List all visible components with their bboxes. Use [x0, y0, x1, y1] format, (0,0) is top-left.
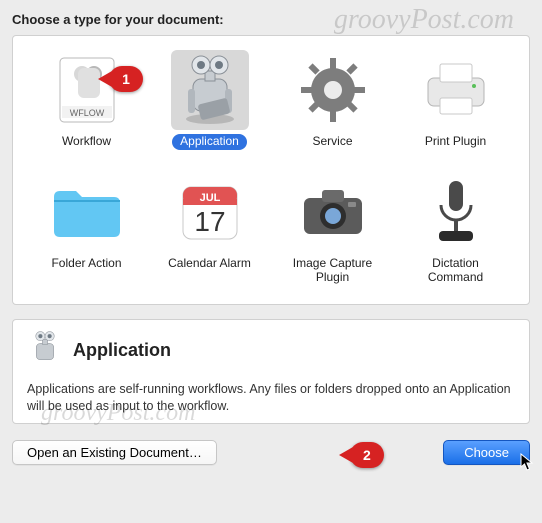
camera-icon: [294, 172, 372, 252]
svg-text:WFLOW: WFLOW: [69, 108, 104, 118]
type-print-plugin[interactable]: Print Plugin: [394, 50, 517, 172]
automator-app-icon-small: [27, 330, 63, 371]
type-label: Workflow: [54, 134, 119, 150]
type-calendar-alarm[interactable]: JUL 17 Calendar Alarm: [148, 172, 271, 294]
type-image-capture[interactable]: Image Capture Plugin: [271, 172, 394, 294]
calendar-icon: JUL 17: [171, 172, 249, 252]
description-panel: Application Applications are self-runnin…: [12, 319, 530, 424]
type-service[interactable]: Service: [271, 50, 394, 172]
description-title: Application: [73, 340, 171, 361]
svg-text:17: 17: [194, 206, 225, 237]
type-label: Print Plugin: [417, 134, 494, 150]
button-row: Open an Existing Document… 2 Close Choos…: [12, 440, 530, 465]
type-application[interactable]: Application: [148, 50, 271, 172]
description-body: Applications are self-running workflows.…: [27, 381, 515, 415]
open-existing-button[interactable]: Open an Existing Document…: [12, 440, 217, 465]
gear-icon: [294, 50, 372, 130]
type-label: Calendar Alarm: [160, 256, 259, 272]
wflow-icon: WFLOW: [48, 50, 126, 130]
type-label: Application: [172, 134, 247, 150]
type-folder-action[interactable]: Folder Action: [25, 172, 148, 294]
folder-icon: [48, 172, 126, 252]
type-label: Dictation Command: [401, 256, 511, 286]
type-label: Folder Action: [43, 256, 129, 272]
type-label: Image Capture Plugin: [278, 256, 388, 286]
annotation-pin-2: 2: [350, 442, 384, 468]
type-label: Service: [304, 134, 360, 150]
svg-text:JUL: JUL: [199, 192, 220, 204]
choose-button[interactable]: Choose: [443, 440, 530, 465]
type-workflow[interactable]: 1 WFLOW Workflow: [25, 50, 148, 172]
document-type-grid: 1 WFLOW Workflow: [12, 35, 530, 305]
automator-app-icon: [171, 50, 249, 130]
choose-type-prompt: Choose a type for your document:: [12, 12, 530, 27]
type-dictation[interactable]: Dictation Command: [394, 172, 517, 294]
printer-icon: [417, 50, 495, 130]
microphone-icon: [417, 172, 495, 252]
